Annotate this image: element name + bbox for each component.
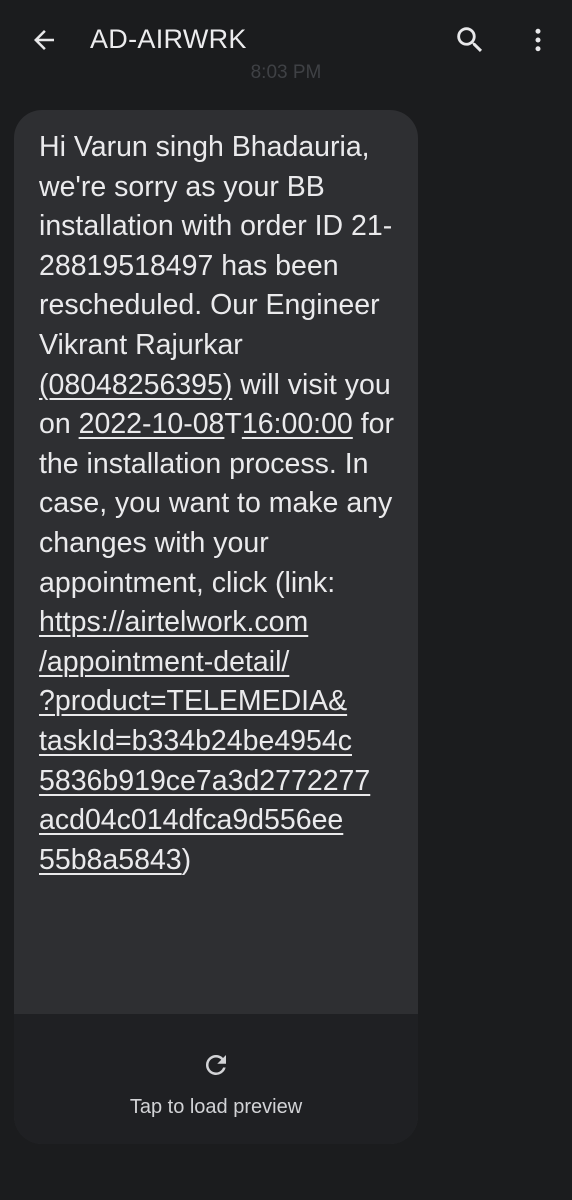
appointment-url-link[interactable]: https://airtelwork.com/appointment-detai… bbox=[39, 606, 370, 876]
search-button[interactable] bbox=[448, 18, 492, 62]
message-bubble[interactable]: Hi Varun singh Bhadauria, we're sorry as… bbox=[14, 110, 418, 1144]
url-part-task-4: 55b8a5843 bbox=[39, 843, 182, 876]
url-part-query: ?product=TELEMEDIA& bbox=[39, 685, 348, 718]
date-separator: T bbox=[224, 408, 242, 441]
url-part-path: /appointment-detail/ bbox=[39, 645, 290, 678]
message-text: Hi Varun singh Bhadauria, we're sorry as… bbox=[39, 128, 411, 880]
tap-to-load-preview-label: Tap to load preview bbox=[129, 1096, 303, 1118]
search-icon bbox=[457, 27, 483, 53]
more-options-button[interactable] bbox=[516, 18, 560, 62]
link-preview-panel[interactable]: Tap to load preview bbox=[14, 1014, 418, 1144]
url-part-task-2: 5836b919ce7a3d2772277 bbox=[39, 764, 371, 797]
message-text-end: ) bbox=[181, 843, 192, 876]
more-vert-icon bbox=[535, 28, 541, 52]
back-button[interactable] bbox=[22, 18, 66, 62]
time-link[interactable]: 16:00:00 bbox=[242, 408, 353, 440]
url-part-task-1: taskId=b334b24be4954c bbox=[39, 724, 352, 757]
refresh-icon bbox=[205, 1055, 226, 1075]
phone-link[interactable]: (08048256395) bbox=[39, 369, 232, 401]
url-part-host: https://airtelwork.com bbox=[39, 606, 309, 639]
message-text-intro: Hi Varun singh Bhadauria, we're sorry as… bbox=[39, 131, 393, 361]
arrow-back-icon bbox=[34, 30, 54, 50]
date-link[interactable]: 2022-10-08 bbox=[79, 408, 225, 440]
message-timestamp: 8:03 PM bbox=[250, 62, 322, 83]
conversation-title: AD-AIRWRK bbox=[90, 24, 247, 54]
url-part-task-3: acd04c014dfca9d556ee bbox=[39, 804, 344, 837]
